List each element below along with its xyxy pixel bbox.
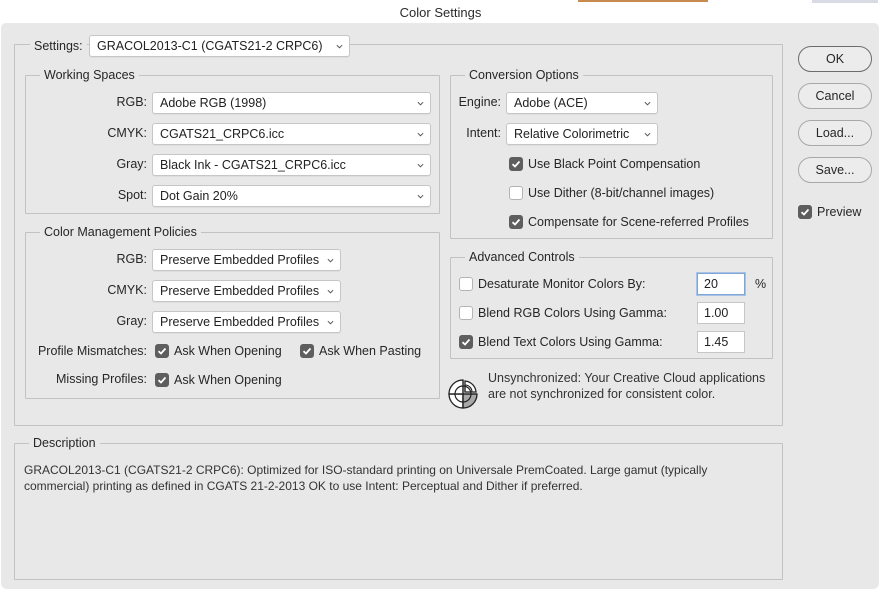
working-spaces-title: Working Spaces (40, 67, 139, 83)
intent-select[interactable]: Relative Colorimetric (506, 123, 658, 145)
blend-rgb-label[interactable]: Blend RGB Colors Using Gamma: (478, 305, 667, 321)
sync-status-icon (448, 379, 478, 409)
window-title: Color Settings (399, 5, 482, 20)
policy-gray-label: Gray: (116, 314, 147, 328)
conversion-title: Conversion Options (465, 67, 583, 83)
chevron-down-icon (644, 101, 651, 106)
mismatch-ask-opening-checkbox[interactable] (155, 344, 169, 358)
checkmark-icon (157, 347, 167, 355)
blend-text-label[interactable]: Blend Text Colors Using Gamma: (478, 334, 663, 350)
color-settings-dialog: Settings: GRACOL2013-C1 (CGATS21-2 CRPC6… (1, 23, 879, 589)
preview-label[interactable]: Preview (817, 204, 861, 220)
engine-label: Engine: (458, 95, 501, 109)
policy-cmyk-select[interactable]: Preserve Embedded Profiles (152, 280, 341, 302)
black-point-label[interactable]: Use Black Point Compensation (528, 156, 700, 172)
dither-checkbox[interactable] (509, 186, 523, 200)
chevron-down-icon (417, 194, 424, 199)
policy-cmyk-value: Preserve Embedded Profiles (160, 284, 320, 298)
missing-ask-opening-checkbox[interactable] (155, 373, 169, 387)
policy-rgb-label: RGB: (116, 252, 147, 266)
policy-rgb-value: Preserve Embedded Profiles (160, 253, 320, 267)
preview-checkbox[interactable] (798, 205, 812, 219)
ws-gray-select[interactable]: Black Ink - CGATS21_CRPC6.icc (152, 154, 431, 176)
ws-cmyk-value: CGATS21_CRPC6.icc (160, 127, 285, 141)
black-point-checkbox[interactable] (509, 157, 523, 171)
description-text: GRACOL2013-C1 (CGATS21-2 CRPC6): Optimiz… (24, 463, 708, 493)
cancel-button[interactable]: Cancel (798, 83, 872, 109)
policy-cmyk-label: CMYK: (107, 283, 147, 297)
description-group: Description GRACOL2013-C1 (CGATS21-2 CRP… (14, 435, 783, 580)
policy-gray-value: Preserve Embedded Profiles (160, 315, 320, 329)
conversion-options-group: Conversion Options Engine: Adobe (ACE) I… (450, 67, 773, 239)
ws-rgb-value: Adobe RGB (1998) (160, 96, 267, 110)
ws-cmyk-label: CMYK: (107, 126, 147, 140)
blend-text-input[interactable]: 1.45 (697, 331, 745, 353)
settings-value: GRACOL2013-C1 (CGATS21-2 CRPC6) (97, 39, 323, 53)
ws-spot-value: Dot Gain 20% (160, 189, 238, 203)
advanced-controls-group: Advanced Controls Desaturate Monitor Col… (450, 249, 773, 359)
settings-label: Settings: (30, 37, 87, 55)
blend-rgb-input[interactable]: 1.00 (697, 302, 745, 324)
policies-group: Color Management Policies RGB: Preserve … (25, 224, 440, 399)
ws-gray-value: Black Ink - CGATS21_CRPC6.icc (160, 158, 346, 172)
description-title: Description (29, 435, 100, 451)
desaturate-unit: % (755, 277, 767, 291)
missing-ask-opening-label[interactable]: Ask When Opening (174, 372, 282, 388)
checkmark-icon (302, 347, 312, 355)
settings-select[interactable]: GRACOL2013-C1 (CGATS21-2 CRPC6) (89, 35, 350, 57)
background-window-strip (812, 0, 878, 3)
engine-select[interactable]: Adobe (ACE) (506, 92, 658, 114)
checkmark-icon (511, 160, 521, 168)
policy-gray-select[interactable]: Preserve Embedded Profiles (152, 311, 341, 333)
save-button[interactable]: Save... (798, 157, 872, 183)
scene-referred-checkbox[interactable] (509, 215, 523, 229)
engine-value: Adobe (ACE) (514, 96, 588, 110)
working-spaces-group: Working Spaces RGB: Adobe RGB (1998) CMY… (25, 67, 440, 214)
profile-mismatches-label: Profile Mismatches: (37, 344, 147, 358)
checkmark-icon (461, 338, 471, 346)
ws-gray-label: Gray: (116, 157, 147, 171)
blend-text-checkbox[interactable] (459, 335, 473, 349)
ws-cmyk-select[interactable]: CGATS21_CRPC6.icc (152, 123, 431, 145)
advanced-title: Advanced Controls (465, 249, 579, 265)
mismatch-ask-opening-label[interactable]: Ask When Opening (174, 343, 282, 359)
policies-title: Color Management Policies (40, 224, 201, 240)
chevron-down-icon (327, 289, 334, 294)
desaturate-input[interactable]: 20 (697, 273, 745, 295)
ws-spot-select[interactable]: Dot Gain 20% (152, 185, 431, 207)
missing-profiles-label: Missing Profiles: (56, 372, 147, 386)
mismatch-ask-pasting-label[interactable]: Ask When Pasting (319, 343, 421, 359)
ok-button[interactable]: OK (798, 46, 872, 72)
desaturate-label[interactable]: Desaturate Monitor Colors By: (478, 276, 645, 292)
background-window-strip (578, 0, 708, 2)
mismatch-ask-pasting-checkbox[interactable] (300, 344, 314, 358)
scene-referred-label[interactable]: Compensate for Scene-referred Profiles (528, 214, 749, 230)
sync-status-message: Unsynchronized: Your Creative Cloud appl… (488, 371, 766, 401)
chevron-down-icon (327, 258, 334, 263)
desaturate-checkbox[interactable] (459, 277, 473, 291)
chevron-down-icon (327, 320, 334, 325)
ws-rgb-label: RGB: (116, 95, 147, 109)
blend-rgb-checkbox[interactable] (459, 306, 473, 320)
checkmark-icon (511, 218, 521, 226)
ws-rgb-select[interactable]: Adobe RGB (1998) (152, 92, 431, 114)
load-button[interactable]: Load... (798, 120, 872, 146)
chevron-down-icon (644, 132, 651, 137)
policy-rgb-select[interactable]: Preserve Embedded Profiles (152, 249, 341, 271)
ws-spot-label: Spot: (117, 188, 147, 202)
checkmark-icon (800, 208, 810, 216)
intent-label: Intent: (466, 126, 501, 140)
chevron-down-icon (417, 163, 424, 168)
chevron-down-icon (336, 44, 343, 49)
chevron-down-icon (417, 101, 424, 106)
intent-value: Relative Colorimetric (514, 127, 630, 141)
checkmark-icon (157, 376, 167, 384)
dither-label[interactable]: Use Dither (8-bit/channel images) (528, 185, 714, 201)
chevron-down-icon (417, 132, 424, 137)
